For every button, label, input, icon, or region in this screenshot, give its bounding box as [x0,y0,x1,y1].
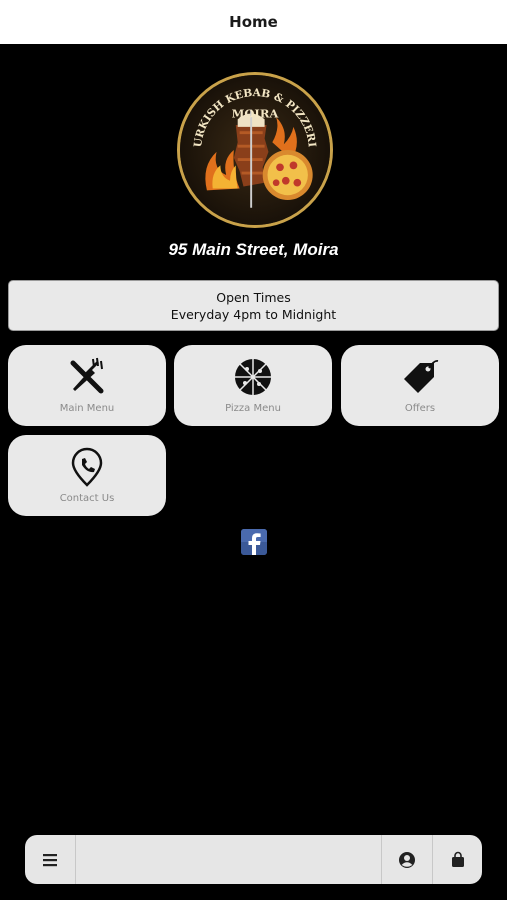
logo-image: TURKISH KEBAB & PIZZERIA MOIRA [180,75,330,225]
contact-us-tile[interactable]: Contact Us [8,435,166,516]
page-title: Home [229,13,278,31]
main-menu-tile[interactable]: Main Menu [8,345,166,426]
menu-button[interactable] [25,835,75,884]
account-icon [399,851,415,868]
pizza-menu-tile[interactable]: Pizza Menu [174,345,332,426]
bag-icon [451,851,464,867]
tile-label: Contact Us [59,493,115,504]
svg-text:MOIRA: MOIRA [232,106,280,120]
open-times-hours: Everyday 4pm to Midnight [170,306,337,322]
tag-icon [400,357,440,397]
offers-tile[interactable]: Offers [341,345,499,426]
restaurant-logo: TURKISH KEBAB & PIZZERIA MOIRA [177,72,333,228]
facebook-icon[interactable] [241,529,267,555]
pizza-icon [233,357,273,397]
top-bar: Home [0,0,507,44]
toolbar-spacer [75,835,382,884]
bag-button[interactable] [432,835,482,884]
open-times-panel: Open Times Everyday 4pm to Midnight [8,280,499,331]
tile-label: Main Menu [59,403,115,414]
tile-label: Pizza Menu [225,403,281,414]
location-phone-icon [67,447,107,487]
fork-knife-icon [67,357,107,397]
tile-label: Offers [404,403,436,414]
menu-icon [43,853,57,866]
open-times-title: Open Times [216,289,291,305]
address-text: 95 Main Street, Moira [168,240,339,259]
bottom-toolbar [25,835,482,884]
account-button[interactable] [382,835,432,884]
